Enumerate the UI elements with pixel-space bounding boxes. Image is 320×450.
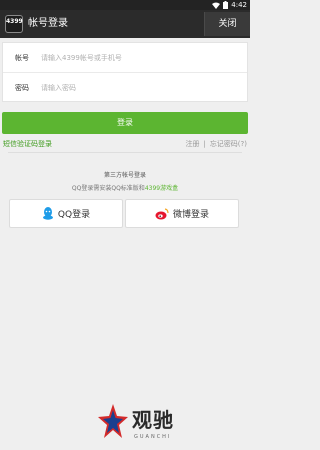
status-time: 4:42 (231, 1, 247, 9)
link-separator: | (203, 140, 206, 148)
star-logo-icon (98, 404, 128, 438)
battery-icon (223, 1, 229, 9)
watermark-text: 观驰 (132, 408, 174, 432)
game-box-link[interactable]: 4399游戏盒 (145, 185, 178, 192)
qq-login-label: QQ登录 (57, 210, 91, 220)
account-input[interactable] (41, 53, 221, 62)
register-link[interactable]: 注册 (185, 140, 199, 148)
page-title: 帐号登录 (28, 18, 68, 29)
third-party-title: 第三方帐号登录 (103, 172, 146, 179)
account-row: 帐号 (3, 43, 247, 73)
qq-icon (42, 207, 53, 220)
sms-login-link[interactable]: 短信验证码登录 (3, 138, 52, 150)
wifi-icon (212, 2, 221, 9)
account-links: 注册 | 忘记密码(?) (185, 138, 247, 150)
account-label: 帐号 (15, 53, 29, 62)
login-button[interactable]: 登录 (2, 112, 248, 134)
forgot-password-link[interactable]: 忘记密码(?) (210, 140, 247, 148)
password-input[interactable] (41, 84, 221, 92)
status-bar: 4:42 (0, 0, 250, 10)
login-form: 帐号 密码 (2, 42, 248, 102)
qq-login-button[interactable]: QQ登录 (9, 199, 123, 228)
password-row: 密码 (3, 73, 247, 103)
watermark-subtext: GUANCHI (134, 434, 172, 440)
app-logo: 4399 (5, 15, 23, 33)
tip-text: QQ登录需安装QQ标准版和 (71, 185, 145, 192)
divider (8, 152, 242, 153)
close-button[interactable]: 关闭 (204, 12, 250, 36)
weibo-icon (155, 207, 169, 219)
third-party-tip: QQ登录需安装QQ标准版和4399游戏盒 (0, 183, 250, 192)
weibo-login-button[interactable]: 微博登录 (125, 199, 239, 228)
links-row: 短信验证码登录 注册 | 忘记密码(?) (0, 138, 250, 150)
logo-text: 4399 (6, 18, 23, 25)
app-bar: 4399 帐号登录 关闭 (0, 10, 250, 38)
watermark-logo: 观驰 GUANCHI (90, 404, 210, 446)
password-label: 密码 (15, 84, 29, 92)
weibo-login-label: 微博登录 (172, 210, 209, 220)
status-icons: 4:42 (212, 0, 247, 10)
